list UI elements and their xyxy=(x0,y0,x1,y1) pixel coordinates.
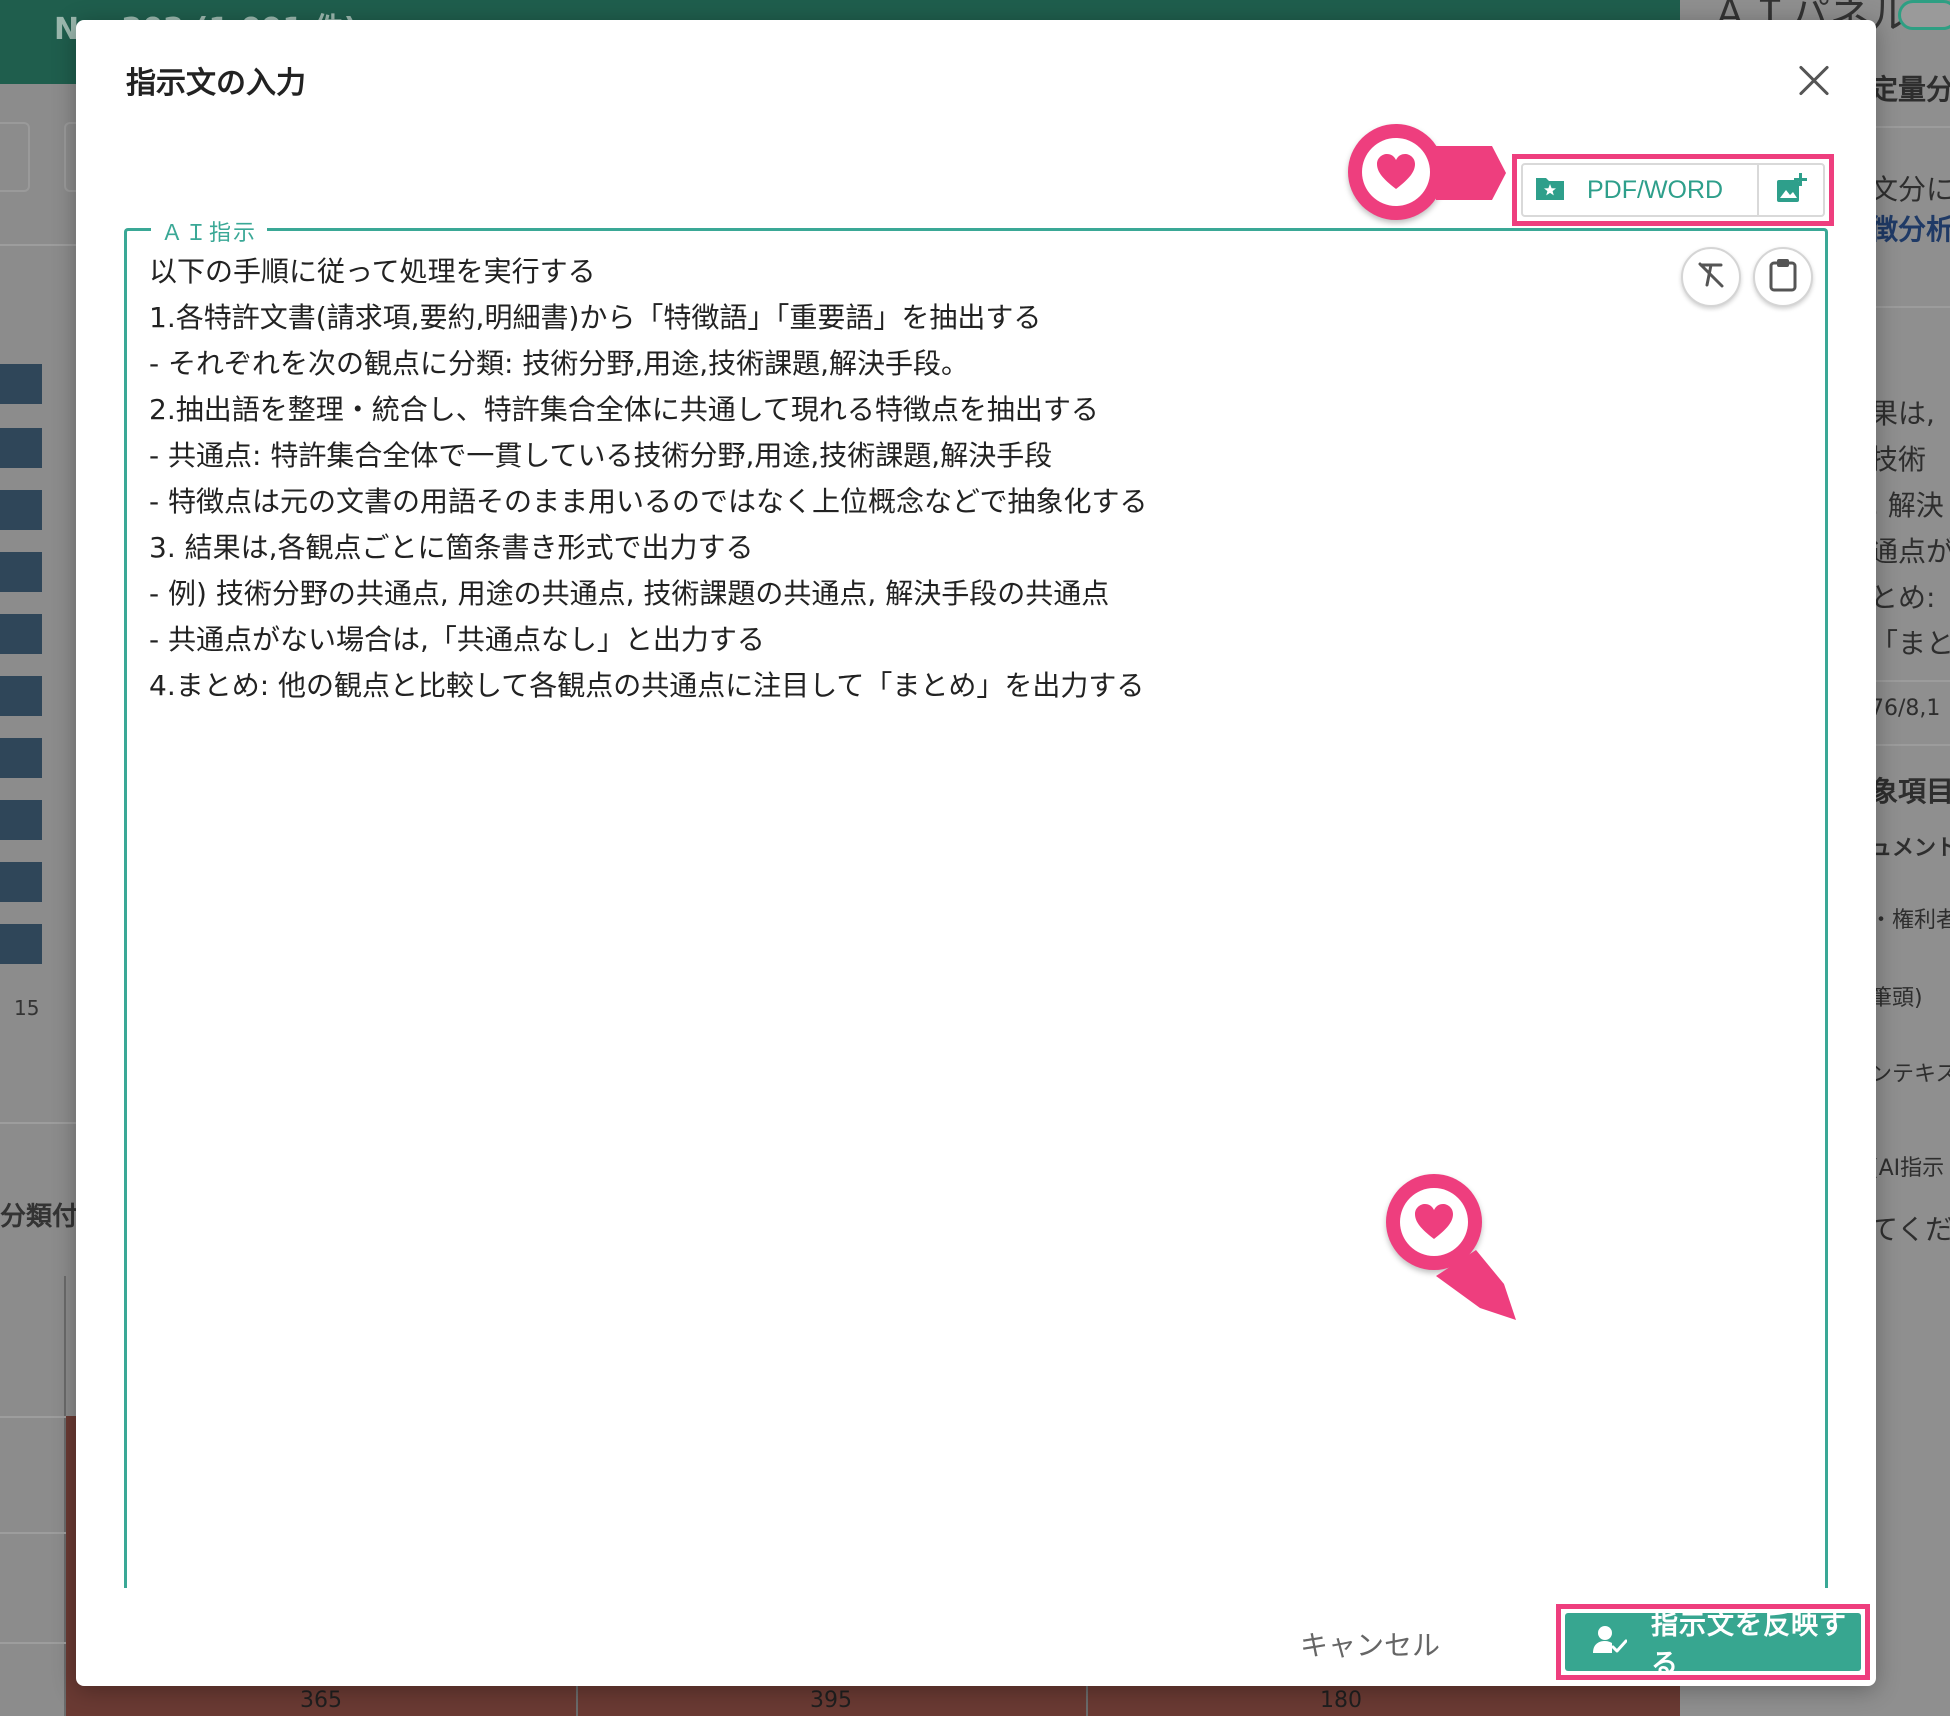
bg-bar xyxy=(0,800,42,840)
image-add-button[interactable] xyxy=(1759,165,1823,215)
bg-section-label: 分類付 xyxy=(0,1202,79,1232)
bg-panel-text: , 解決 xyxy=(1870,489,1944,522)
dialog-title: 指示文の入力 xyxy=(126,66,306,101)
bg-panel-text: ・権利者 xyxy=(1870,908,1950,933)
instruction-line: 1.各特許文書(請求項,要約,明細書)から「特徴語」「重要語」を抽出する xyxy=(149,301,1042,334)
instruction-line: - 特徴点は元の文書の用語そのまま用いるのではなく上位概念などで抽象化する xyxy=(149,485,1148,518)
bg-axis-tick: 15 xyxy=(14,996,40,1020)
bg-panel-text: 通点が xyxy=(1870,535,1950,568)
apply-button-highlight: 指示文を反映する xyxy=(1556,1604,1870,1680)
pdf-word-upload-button[interactable]: PDF/WORD xyxy=(1523,165,1759,215)
bg-bar xyxy=(0,614,42,654)
callout-pointer xyxy=(1436,1250,1516,1320)
callout-pointer xyxy=(1436,146,1506,200)
instruction-line: 3. 結果は,各観点ごとに箇条書き形式で出力する xyxy=(149,531,754,564)
bg-panel-text: ンテキス xyxy=(1870,1062,1950,1087)
bg-divider xyxy=(0,1122,80,1124)
bg-bar xyxy=(0,924,42,964)
upload-toolbar: PDF/WORD xyxy=(1521,163,1825,217)
person-check-icon xyxy=(1593,1625,1628,1659)
apply-instruction-button[interactable]: 指示文を反映する xyxy=(1565,1610,1861,1680)
clipboard-icon xyxy=(1768,258,1798,296)
ai-instruction-textarea[interactable]: 以下の手順に従って処理を実行する 1.各特許文書(請求項,要約,明細書)から「特… xyxy=(149,249,1689,709)
instruction-line: 以下の手順に従って処理を実行する xyxy=(149,255,596,288)
apply-instruction-label: 指示文を反映する xyxy=(1651,1610,1847,1680)
bg-bar xyxy=(0,490,42,530)
bg-bar xyxy=(0,552,42,592)
ai-instruction-field[interactable]: ＡＩ指示 以下の手順に従って処理を実行する 1.各特許文書(請求項,要約,明細書… xyxy=(124,215,1828,1588)
bg-panel-text: 定量分析 xyxy=(1870,73,1950,106)
bg-input-box xyxy=(0,122,30,192)
ai-instruction-legend: ＡＩ指示 xyxy=(151,215,268,247)
paste-button[interactable] xyxy=(1753,247,1813,307)
bg-panel-text: (AI指示 xyxy=(1870,1156,1945,1181)
close-icon[interactable] xyxy=(1790,56,1840,106)
bg-panel-text: 「まと xyxy=(1870,627,1950,660)
bg-panel-text: 筆頭) xyxy=(1870,986,1923,1011)
instruction-line: - 例) 技術分野の共通点, 用途の共通点, 技術課題の共通点, 解決手段の共通… xyxy=(149,577,1110,610)
clear-format-icon xyxy=(1695,259,1727,295)
instruction-line: - それぞれを次の観点に分類: 技術分野,用途,技術課題,解決手段。 xyxy=(149,347,970,380)
clear-format-button[interactable] xyxy=(1681,247,1741,307)
instruction-line: - 共通点: 特許集合全体で一貫している技術分野,用途,技術課題,解決手段 xyxy=(149,439,1053,472)
bg-panel-text: 技術 xyxy=(1870,443,1927,476)
bg-cell-value: 365 xyxy=(300,1688,342,1713)
bg-panel-text: 徴分析 xyxy=(1870,213,1950,246)
bg-bar xyxy=(0,676,42,716)
instruction-line: 2.抽出語を整理・統合し、特許集合全体に共通して現れる特徴点を抽出する xyxy=(149,393,1099,426)
bg-toggle-badge xyxy=(1898,0,1950,30)
bg-cell-value: 180 xyxy=(1320,1688,1362,1713)
instruction-dialog: 指示文の入力 PDF/WORD ＡＩ指示 以下の手順に従って処理を実行する 1.… xyxy=(76,20,1876,1686)
pdf-word-label: PDF/WORD xyxy=(1587,175,1724,204)
bg-panel-text: てくだ xyxy=(1870,1213,1950,1246)
heart-icon xyxy=(1362,138,1430,206)
bg-panel-text: 76/8,1 xyxy=(1870,696,1941,721)
bg-panel-text: ュメント xyxy=(1870,836,1950,861)
bg-bar xyxy=(0,364,42,404)
bg-panel-text: 文分に xyxy=(1870,173,1950,206)
bg-panel-text: 果は, xyxy=(1870,397,1935,430)
heart-icon xyxy=(1400,1188,1468,1256)
bg-cell-value: 395 xyxy=(810,1688,852,1713)
folder-star-icon xyxy=(1535,175,1565,205)
heart-callout-marker xyxy=(1348,124,1444,220)
bg-divider xyxy=(0,244,80,246)
bg-bar xyxy=(0,428,42,468)
upload-toolbar-highlight: PDF/WORD xyxy=(1512,154,1834,226)
bg-bar xyxy=(0,738,42,778)
instruction-line: - 共通点がない場合は,「共通点なし」と出力する xyxy=(149,623,765,656)
bg-panel-text: 象項目 xyxy=(1870,775,1950,808)
instruction-line: 4.まとめ: 他の観点と比較して各観点の共通点に注目して「まとめ」を出力する xyxy=(149,669,1145,702)
bg-panel-text: とめ: xyxy=(1870,581,1936,614)
bg-bar xyxy=(0,862,42,902)
cancel-button[interactable]: キャンセル xyxy=(1300,1624,1440,1664)
image-add-icon xyxy=(1775,172,1807,208)
